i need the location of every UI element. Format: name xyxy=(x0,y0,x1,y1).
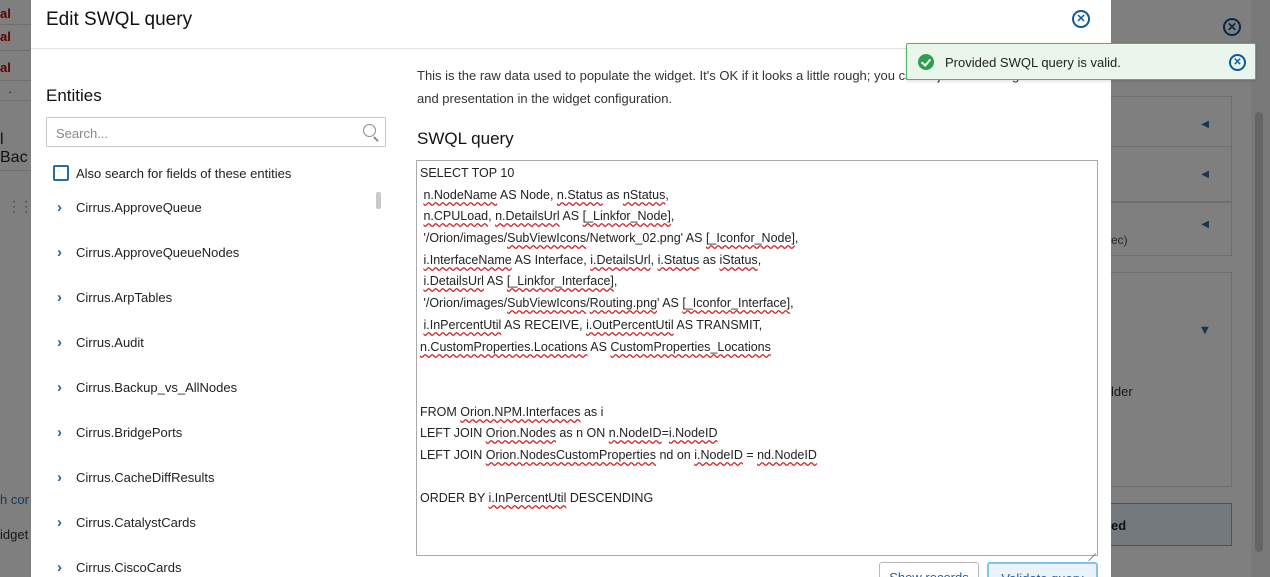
chevron-right-icon[interactable]: › xyxy=(46,424,76,441)
query-line: i.InPercentUtil AS RECEIVE, i.OutPercent… xyxy=(423,318,763,332)
edit-swql-modal: Edit SWQL query ✕ Entities Also search f… xyxy=(31,0,1111,577)
chevron-right-icon[interactable]: › xyxy=(46,244,76,261)
entity-search-box xyxy=(46,117,386,147)
entity-search-input[interactable] xyxy=(56,124,346,142)
also-search-label: Also search for fields of these entities xyxy=(76,165,292,181)
resize-handle-icon[interactable] xyxy=(1086,544,1096,554)
query-line: i.InterfaceName AS Interface, i.DetailsU… xyxy=(423,253,762,267)
chevron-right-icon[interactable]: › xyxy=(46,514,76,531)
entity-name: Cirrus.CatalystCards xyxy=(76,515,196,530)
entity-name: Cirrus.CacheDiffResults xyxy=(76,470,215,485)
swql-query-textarea[interactable]: SELECT TOP 10 n.NodeName AS Node, n.Stat… xyxy=(416,160,1098,556)
also-search-checkbox[interactable] xyxy=(53,165,69,181)
entity-list: › Cirrus.ApproveQueue › Cirrus.ApproveQu… xyxy=(46,185,376,577)
show-records-button[interactable]: Show records xyxy=(879,562,979,577)
chevron-right-icon[interactable]: › xyxy=(46,379,76,396)
query-line: i.DetailsUrl AS [_Linkfor_Interface], xyxy=(423,274,618,288)
query-line: n.CPULoad, n.DetailsUrl AS [_Linkfor_Nod… xyxy=(423,209,675,223)
query-line: LEFT JOIN Orion.NodesCustomProperties nd… xyxy=(420,448,817,462)
entity-item[interactable]: › Cirrus.BridgePorts xyxy=(46,410,376,455)
entity-name: Cirrus.Backup_vs_AllNodes xyxy=(76,380,238,395)
query-line: n.NodeName AS Node, n.Status as nStatus, xyxy=(423,188,669,202)
chevron-right-icon[interactable]: › xyxy=(46,289,76,306)
query-line: '/Orion/images/SubViewIcons/Routing.png'… xyxy=(420,296,794,310)
entity-item[interactable]: › Cirrus.CiscoCards xyxy=(46,545,376,577)
entity-name: Cirrus.ApproveQueueNodes xyxy=(76,245,240,260)
description-line: and presentation in the widget configura… xyxy=(417,91,673,106)
close-circle-icon[interactable]: ✕ xyxy=(1229,54,1246,71)
validate-query-button[interactable]: Validate query xyxy=(987,562,1098,577)
entity-item[interactable]: › Cirrus.Audit xyxy=(46,320,376,365)
close-icon[interactable]: ✕ xyxy=(1072,10,1090,28)
entity-item[interactable]: › Cirrus.CatalystCards xyxy=(46,500,376,545)
query-line: SELECT TOP 10 xyxy=(420,166,515,180)
modal-header: Edit SWQL query ✕ xyxy=(31,0,1111,49)
entity-name: Cirrus.Audit xyxy=(76,335,144,350)
search-icon[interactable] xyxy=(363,124,379,142)
chevron-right-icon[interactable]: › xyxy=(46,334,76,351)
also-search-fields-option[interactable]: Also search for fields of these entities xyxy=(53,164,291,182)
swql-query-title: SWQL query xyxy=(417,129,514,148)
entity-item[interactable]: › Cirrus.ArpTables xyxy=(46,275,376,320)
entity-item[interactable]: › Cirrus.CacheDiffResults xyxy=(46,455,376,500)
query-line: LEFT JOIN Orion.Nodes as n ON n.NodeID=i… xyxy=(420,426,718,440)
query-line: ORDER BY i.InPercentUtil DESCENDING xyxy=(420,491,654,505)
check-circle-icon xyxy=(918,54,934,70)
success-toast: Provided SWQL query is valid. ✕ xyxy=(906,43,1256,80)
entity-item[interactable]: › Cirrus.Backup_vs_AllNodes xyxy=(46,365,376,410)
toast-message: Provided SWQL query is valid. xyxy=(945,55,1121,70)
query-line: '/Orion/images/SubViewIcons/Network_02.p… xyxy=(420,231,799,245)
chevron-right-icon[interactable]: › xyxy=(46,199,76,216)
entity-name: Cirrus.BridgePorts xyxy=(76,425,183,440)
chevron-right-icon[interactable]: › xyxy=(46,559,76,576)
entities-title: Entities xyxy=(46,86,102,105)
entity-name: Cirrus.ApproveQueue xyxy=(76,200,202,215)
entity-list-scrollbar[interactable] xyxy=(376,192,381,209)
chevron-right-icon[interactable]: › xyxy=(46,469,76,486)
entity-item[interactable]: › Cirrus.ApproveQueueNodes xyxy=(46,230,376,275)
query-line: n.CustomProperties.Locations AS CustomPr… xyxy=(420,340,771,354)
query-line: FROM Orion.NPM.Interfaces as i xyxy=(420,405,604,419)
entity-item[interactable]: › Cirrus.ApproveQueue xyxy=(46,185,376,230)
entity-name: Cirrus.ArpTables xyxy=(76,290,173,305)
modal-title: Edit SWQL query xyxy=(46,9,193,30)
entity-name: Cirrus.CiscoCards xyxy=(76,560,182,575)
